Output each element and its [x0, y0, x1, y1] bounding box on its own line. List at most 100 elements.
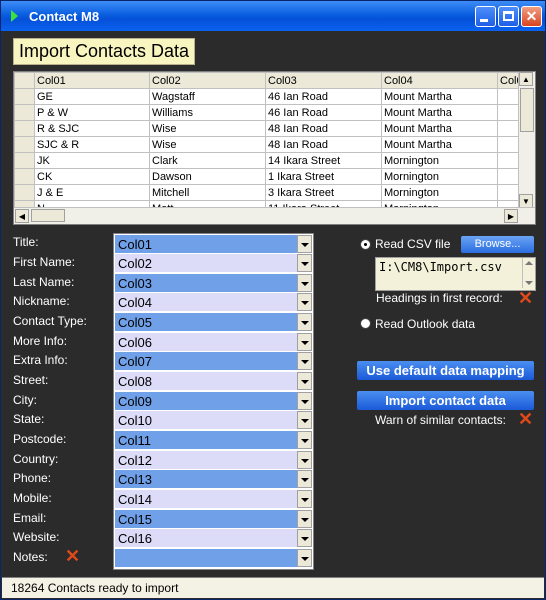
title-bar[interactable]: Contact M8 ✕ [1, 1, 545, 31]
horizontal-scroll-thumb[interactable] [31, 209, 65, 222]
grid-horizontal-scrollbar[interactable]: ◀ ▶ [14, 207, 535, 224]
mapping-select-last-name[interactable]: Col03 [115, 274, 312, 293]
chevron-down-icon[interactable] [297, 372, 312, 390]
column-header[interactable]: Col03 [265, 72, 382, 89]
mapping-select-first-name[interactable]: Col02 [115, 254, 312, 273]
mapping-select-street[interactable]: Col08 [115, 372, 312, 391]
chevron-down-icon[interactable] [297, 392, 312, 410]
table-cell[interactable]: 14 Ikara Street [265, 152, 382, 169]
table-cell[interactable]: R & SJC [34, 120, 150, 137]
chevron-down-icon[interactable] [297, 529, 312, 547]
headings-toggle-x-icon[interactable]: ✕ [518, 289, 533, 307]
table-cell[interactable]: SJC & R [34, 136, 150, 153]
mapping-select-website[interactable]: Col16 [115, 529, 312, 548]
warn-similar-x-icon[interactable]: ✕ [518, 410, 533, 428]
table-row[interactable]: JK Clark 14 Ikara Street Mornington [14, 152, 528, 169]
row-selector[interactable] [14, 104, 35, 121]
default-mapping-button[interactable]: Use default data mapping [357, 361, 534, 380]
maximize-button[interactable] [498, 6, 519, 27]
read-outlook-radio[interactable] [360, 318, 371, 329]
table-row[interactable]: GE Wagstaff 46 Ian Road Mount Martha [14, 88, 528, 105]
table-cell[interactable]: 3 Ikara Street [265, 184, 382, 201]
table-row[interactable]: J & E Mitchell 3 Ikara Street Mornington [14, 184, 528, 201]
table-cell[interactable]: 1 Ikara Street [265, 168, 382, 185]
chevron-down-icon[interactable] [297, 549, 312, 567]
row-selector[interactable] [14, 88, 35, 105]
import-contact-button[interactable]: Import contact data [357, 391, 534, 410]
table-cell[interactable]: Mount Martha [381, 136, 498, 153]
row-selector[interactable] [14, 120, 35, 137]
scroll-down-icon[interactable]: ▼ [519, 194, 533, 208]
chevron-down-icon[interactable] [297, 490, 312, 508]
browse-button[interactable]: Browse... [461, 236, 534, 253]
table-cell[interactable]: Mount Martha [381, 120, 498, 137]
chevron-down-icon[interactable] [297, 451, 312, 469]
column-header[interactable]: Col04 [381, 72, 498, 89]
table-cell[interactable]: Dawson [149, 168, 266, 185]
table-cell[interactable]: Wise [149, 120, 266, 137]
chevron-down-icon[interactable] [297, 293, 312, 311]
table-cell[interactable]: 48 Ian Road [265, 136, 382, 153]
read-csv-radio[interactable] [360, 239, 371, 250]
vertical-scroll-thumb[interactable] [520, 88, 534, 132]
chevron-down-icon[interactable] [297, 431, 312, 449]
table-row[interactable]: R & SJC Wise 48 Ian Road Mount Martha [14, 120, 528, 137]
table-cell[interactable]: GE [34, 88, 150, 105]
mapping-select-nickname[interactable]: Col04 [115, 293, 312, 312]
table-cell[interactable]: Wagstaff [149, 88, 266, 105]
mapping-select-more-info[interactable]: Col06 [115, 333, 312, 352]
table-cell[interactable]: 46 Ian Road [265, 104, 382, 121]
table-cell[interactable]: CK [34, 168, 150, 185]
mapping-select-mobile[interactable]: Col14 [115, 490, 312, 509]
table-cell[interactable]: Clark [149, 152, 266, 169]
mapping-select-phone[interactable]: Col13 [115, 470, 312, 489]
row-selector[interactable] [14, 136, 35, 153]
minimize-button[interactable] [475, 6, 496, 27]
mapping-select-country[interactable]: Col12 [115, 451, 312, 470]
table-row[interactable]: SJC & R Wise 48 Ian Road Mount Martha [14, 136, 528, 153]
scroll-up-icon[interactable]: ▲ [519, 72, 533, 86]
table-row[interactable]: P & W Williams 46 Ian Road Mount Martha [14, 104, 528, 121]
table-row[interactable]: CK Dawson 1 Ikara Street Mornington [14, 168, 528, 185]
scroll-left-icon[interactable]: ◀ [15, 209, 29, 223]
table-cell[interactable]: J & E [34, 184, 150, 201]
mapping-select-title[interactable]: Col01 [115, 235, 312, 254]
chevron-down-icon[interactable] [297, 470, 312, 488]
chevron-down-icon[interactable] [297, 411, 312, 429]
csv-path-field[interactable]: I:\CM8\Import.csv [375, 257, 536, 291]
row-selector[interactable] [14, 152, 35, 169]
mapping-select-postcode[interactable]: Col11 [115, 431, 312, 450]
table-cell[interactable]: 48 Ian Road [265, 120, 382, 137]
table-cell[interactable]: Wise [149, 136, 266, 153]
chevron-down-icon[interactable] [297, 254, 312, 272]
close-button[interactable]: ✕ [521, 6, 542, 27]
chevron-down-icon[interactable] [297, 352, 312, 370]
chevron-down-icon[interactable] [297, 235, 312, 253]
scroll-right-icon[interactable]: ▶ [504, 209, 518, 223]
table-cell[interactable]: Mornington [381, 184, 498, 201]
notes-disabled-x-icon[interactable]: ✕ [65, 547, 80, 565]
csv-preview-grid[interactable]: Col01 Col02 Col03 Col04 Col0 GE Wagstaff 4… [13, 71, 536, 225]
mapping-select-notes[interactable] [115, 549, 312, 568]
table-cell[interactable]: JK [34, 152, 150, 169]
path-scrollbar[interactable] [522, 258, 535, 288]
table-cell[interactable]: Mornington [381, 152, 498, 169]
chevron-down-icon[interactable] [297, 510, 312, 528]
table-cell[interactable]: Mitchell [149, 184, 266, 201]
mapping-select-extra-info[interactable]: Col07 [115, 352, 312, 371]
row-selector[interactable] [14, 168, 35, 185]
mapping-select-email[interactable]: Col15 [115, 510, 312, 529]
chevron-down-icon[interactable] [297, 274, 312, 292]
table-cell[interactable]: Williams [149, 104, 266, 121]
table-cell[interactable]: P & W [34, 104, 150, 121]
mapping-select-city[interactable]: Col09 [115, 392, 312, 411]
mapping-select-contact-type[interactable]: Col05 [115, 313, 312, 332]
table-cell[interactable]: Mount Martha [381, 104, 498, 121]
column-header[interactable]: Col02 [149, 72, 266, 89]
chevron-down-icon[interactable] [297, 313, 312, 331]
table-cell[interactable]: Mornington [381, 168, 498, 185]
mapping-select-state[interactable]: Col10 [115, 411, 312, 430]
column-header[interactable]: Col01 [34, 72, 150, 89]
table-cell[interactable]: 46 Ian Road [265, 88, 382, 105]
row-selector-header[interactable] [14, 72, 35, 89]
